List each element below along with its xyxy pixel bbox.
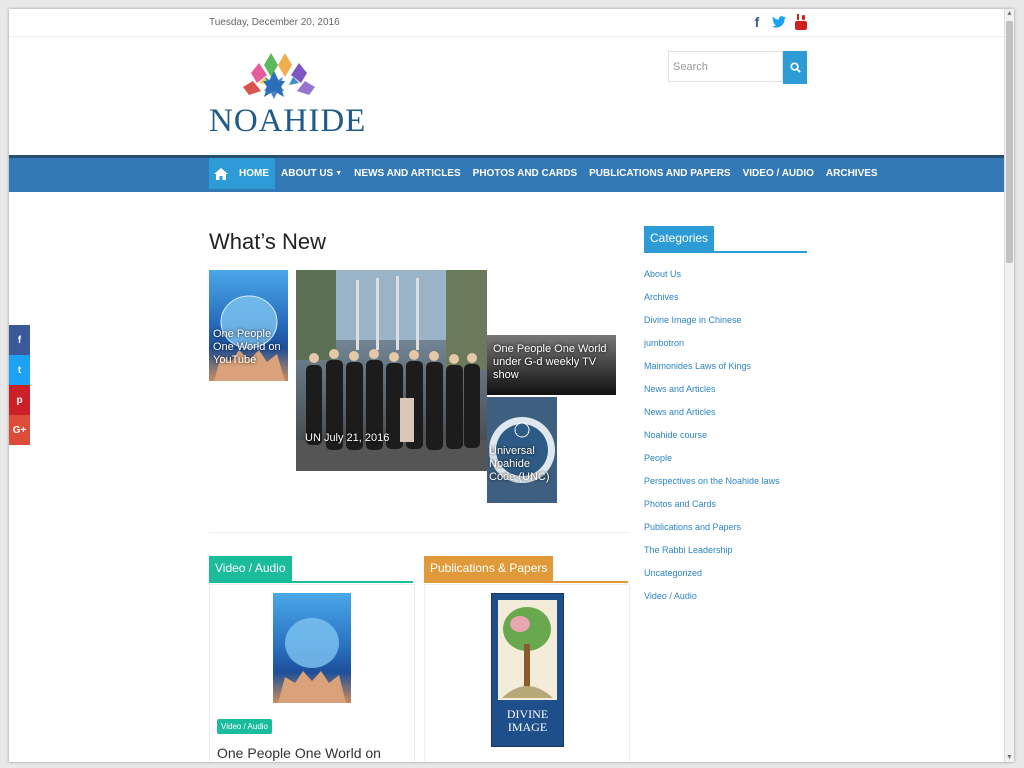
category-link[interactable]: The Rabbi Leadership xyxy=(644,545,780,568)
search-box: Search xyxy=(668,51,807,84)
categories-list: About Us Archives Divine Image in Chines… xyxy=(644,269,780,614)
share-pinterest-icon[interactable]: p xyxy=(9,385,30,415)
card-thumbnail[interactable] xyxy=(273,593,351,703)
category-link[interactable]: Publications and Papers xyxy=(644,522,780,545)
categories-title: Categories xyxy=(644,226,715,251)
site-logo[interactable]: NOAHIDE xyxy=(209,51,365,141)
social-links: f xyxy=(750,13,808,31)
category-link[interactable]: Photos and Cards xyxy=(644,499,780,522)
category-link[interactable]: Video / Audio xyxy=(644,591,780,614)
nav-news-and-articles[interactable]: NEWS AND ARTICLES xyxy=(348,158,466,189)
tile-caption: UN July 21, 2016 xyxy=(305,432,390,444)
card-title[interactable]: One People One World on xyxy=(217,745,381,761)
category-link[interactable]: Perspectives on the Noahide laws xyxy=(644,476,780,499)
share-googleplus-icon[interactable]: G+ xyxy=(9,415,30,445)
side-share-bar: f t p G+ xyxy=(9,325,30,445)
scroll-down-arrow-icon[interactable]: ▼ xyxy=(1006,753,1013,762)
category-tag[interactable]: Video / Audio xyxy=(217,719,273,734)
home-icon[interactable] xyxy=(209,158,233,189)
video-audio-section-header: Video / Audio xyxy=(209,556,413,583)
top-bar: Tuesday, December 20, 2016 f xyxy=(9,9,1005,37)
section-title[interactable]: Publications & Papers xyxy=(424,556,554,581)
category-link[interactable]: News and Articles xyxy=(644,407,780,430)
page-title: What’s New xyxy=(209,229,326,254)
nav-video-audio[interactable]: VIDEO / AUDIO xyxy=(737,158,820,189)
nav-home[interactable]: HOME xyxy=(233,158,275,189)
twitter-icon[interactable] xyxy=(772,13,786,31)
nav-publications-and-papers[interactable]: PUBLICATIONS AND PAPERS xyxy=(583,158,737,189)
tile-caption: One People One World on YouTube xyxy=(213,328,281,366)
chevron-down-icon: ▼ xyxy=(335,170,343,177)
tile-caption: Universal Noahide Code (UNC) xyxy=(489,445,550,483)
category-link[interactable]: Uncategorized xyxy=(644,568,780,591)
facebook-icon[interactable]: f xyxy=(750,13,764,31)
category-link[interactable]: News and Articles xyxy=(644,384,780,407)
featured-tile[interactable]: One People One World on YouTube xyxy=(209,270,288,381)
youtube-icon[interactable] xyxy=(794,13,808,31)
main-navigation: HOME ABOUT US ▼ NEWS AND ARTICLES PHOTOS … xyxy=(9,155,1005,192)
category-link[interactable]: Noahide course xyxy=(644,430,780,453)
categories-header: Categories xyxy=(644,226,807,253)
logo-text: NOAHIDE xyxy=(209,103,367,139)
browser-page: Tuesday, December 20, 2016 f NOAHIDE Sea… xyxy=(9,9,1014,762)
featured-tile[interactable]: One People One World under G-d weekly TV… xyxy=(487,335,616,395)
category-link[interactable]: About Us xyxy=(644,269,780,292)
video-audio-card: Video / Audio One People One World on xyxy=(209,584,415,762)
category-link[interactable]: jumbotron xyxy=(644,338,780,361)
scroll-up-arrow-icon[interactable]: ▲ xyxy=(1006,9,1013,18)
tile-caption: One People One World under G-d weekly TV… xyxy=(493,343,607,381)
nav-about-us[interactable]: ABOUT US ▼ xyxy=(275,158,348,189)
book-title: DIVINE IMAGE xyxy=(506,707,549,734)
nav-archives[interactable]: ARCHIVES xyxy=(820,158,884,189)
search-icon xyxy=(789,62,801,73)
book-cover[interactable]: DIVINE IMAGE xyxy=(491,593,564,747)
search-input[interactable]: Search xyxy=(668,51,783,82)
nav-photos-and-cards[interactable]: PHOTOS AND CARDS xyxy=(467,158,583,189)
publications-section-header: Publications & Papers xyxy=(424,556,628,583)
category-link[interactable]: Divine Image in Chinese xyxy=(644,315,780,338)
current-date: Tuesday, December 20, 2016 xyxy=(209,17,340,28)
scrollbar-thumb[interactable] xyxy=(1006,21,1013,263)
publications-card: DIVINE IMAGE xyxy=(424,584,630,762)
category-link[interactable]: Maimonides Laws of Kings xyxy=(644,361,780,384)
page-scrollbar[interactable]: ▲ ▼ xyxy=(1004,9,1014,762)
category-link[interactable]: People xyxy=(644,453,780,476)
section-title[interactable]: Video / Audio xyxy=(209,556,292,581)
category-link[interactable]: Archives xyxy=(644,292,780,315)
share-facebook-icon[interactable]: f xyxy=(9,325,30,355)
featured-tile[interactable]: Universal Noahide Code (UNC) xyxy=(487,397,557,503)
featured-tile[interactable]: UN July 21, 2016 xyxy=(296,270,487,471)
share-twitter-icon[interactable]: t xyxy=(9,355,30,385)
search-button[interactable] xyxy=(783,51,807,84)
divider xyxy=(209,532,629,533)
